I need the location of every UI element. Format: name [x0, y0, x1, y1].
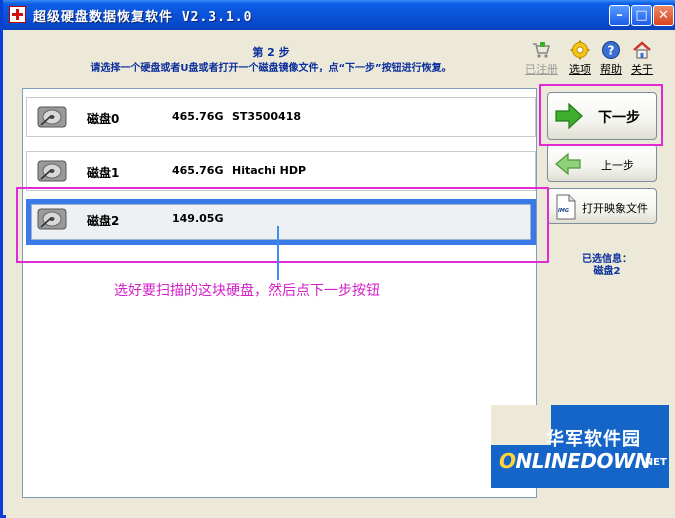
cart-icon — [533, 42, 551, 58]
disk-name: 磁盘1 — [87, 166, 120, 180]
title-bar[interactable]: 超级硬盘数据恢复软件 V2.3.1.0 – □ ✕ — [3, 0, 675, 30]
prev-label: 上一步 — [601, 159, 634, 172]
open-image-label: 打开映象文件 — [582, 202, 648, 215]
hard-disk-icon — [37, 106, 67, 128]
annotation-pointer — [277, 226, 279, 280]
watermark-logo: 华军软件园 ONLINEDOWN .NET — [491, 405, 669, 488]
home-icon — [633, 41, 651, 59]
watermark-net: .NET — [641, 457, 667, 468]
gear-icon — [570, 40, 590, 60]
step-description: 请选择一个硬盘或者U盘或者打开一个磁盘镜像文件，点“下一步”按钮进行恢复。 — [90, 63, 452, 74]
watermark-cn: 华军软件园 — [546, 429, 641, 450]
registered-button[interactable]: 已注册 — [525, 40, 558, 77]
selection-info-value: 磁盘2 — [593, 266, 621, 277]
disk-item[interactable]: 磁盘1 465.76G Hitachi HDP — [26, 151, 536, 191]
image-file-icon-label: IMG — [558, 208, 569, 214]
close-button[interactable]: ✕ — [653, 5, 674, 26]
disk-size: 465.76G — [172, 164, 224, 177]
disk-model: ST3500418 — [232, 110, 302, 123]
disk-item[interactable]: 磁盘0 465.76G ST3500418 — [26, 97, 536, 137]
disk-size: 465.76G — [172, 110, 224, 123]
prev-button[interactable]: 上一步 — [547, 144, 657, 182]
registered-label: 已注册 — [525, 63, 558, 76]
help-button[interactable]: ? 帮助 — [595, 40, 627, 77]
disk-selection-highlight — [16, 187, 549, 263]
window-title: 超级硬盘数据恢复软件 V2.3.1.0 — [33, 10, 253, 25]
selection-info: 已选信息： 磁盘2 — [552, 254, 662, 278]
help-icon: ? — [602, 41, 620, 59]
next-button-highlight — [539, 84, 663, 146]
disk-model: Hitachi HDP — [232, 164, 307, 177]
selection-info-label: 已选信息： — [582, 254, 632, 265]
svg-text:?: ? — [608, 44, 615, 58]
step-title: 第 2 步 — [252, 46, 290, 59]
watermark-en: ONLINEDOWN — [499, 449, 651, 473]
help-label: 帮助 — [600, 63, 622, 76]
options-label: 选项 — [569, 63, 591, 76]
image-file-icon — [556, 194, 576, 220]
hard-disk-icon — [37, 160, 67, 182]
annotation-text: 选好要扫描的这块硬盘，然后点下一步按钮 — [114, 283, 380, 299]
open-image-button[interactable]: IMG 打开映象文件 — [547, 188, 657, 224]
app-logo-icon — [9, 6, 26, 23]
options-button[interactable]: 选项 — [564, 40, 596, 77]
disk-name: 磁盘0 — [87, 112, 120, 126]
arrow-left-icon — [555, 152, 581, 176]
about-label: 关于 — [631, 63, 653, 76]
maximize-button[interactable]: □ — [631, 5, 652, 26]
about-button[interactable]: 关于 — [626, 40, 658, 77]
minimize-button[interactable]: – — [609, 5, 630, 26]
